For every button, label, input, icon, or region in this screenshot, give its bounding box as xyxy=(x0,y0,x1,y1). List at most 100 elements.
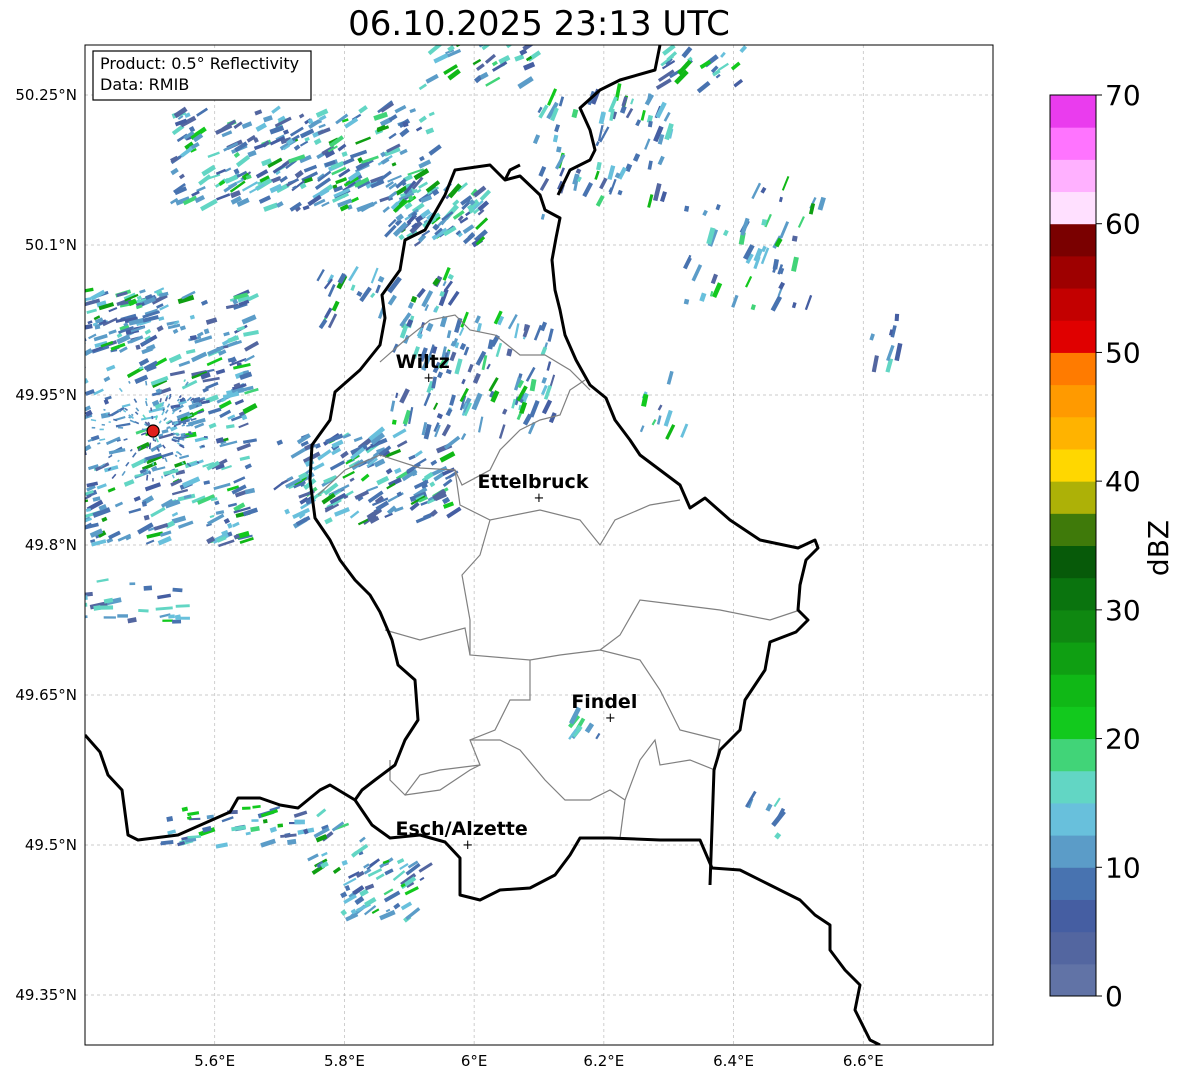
echo-cell xyxy=(78,322,84,327)
echo-cell xyxy=(894,313,900,322)
echo-cell xyxy=(99,428,104,431)
colorbar-segment xyxy=(1050,674,1096,707)
colorbar-segment xyxy=(1050,288,1096,321)
colorbar-tick-label: 20 xyxy=(1105,723,1141,756)
echo-cell xyxy=(391,419,397,425)
colorbar-segment xyxy=(1050,127,1096,160)
echo-cell xyxy=(487,20,503,35)
echo-cell xyxy=(129,582,136,586)
echo-cell xyxy=(66,588,83,594)
lon-tick-label: 6°E xyxy=(461,1052,488,1070)
echo-cell xyxy=(522,23,533,33)
echo-cell xyxy=(175,604,190,608)
colorbar-segment xyxy=(1050,352,1096,386)
echo-cell xyxy=(262,819,268,824)
city-label: Esch/Alzette xyxy=(396,818,528,840)
echo-cell xyxy=(277,823,284,828)
colorbar-segment xyxy=(1050,223,1096,257)
colorbar-segment xyxy=(1050,706,1096,740)
city-label: Findel xyxy=(571,691,637,713)
lon-tick-label: 6.2°E xyxy=(583,1052,624,1070)
echo-cell xyxy=(85,525,86,532)
echo-cell xyxy=(85,502,86,509)
lat-tick-label: 49.5°N xyxy=(25,836,77,854)
echo-cell xyxy=(85,298,87,306)
colorbar-segment xyxy=(1050,963,1096,997)
info-box: Product: 0.5° Reflectivity Data: RMIB xyxy=(92,50,312,101)
echo-cell xyxy=(61,585,73,590)
colorbar-segment xyxy=(1050,416,1096,450)
colorbar-tick-label: 0 xyxy=(1105,980,1123,1013)
city-marker: + xyxy=(423,371,434,386)
colorbar-segment xyxy=(1050,95,1096,128)
echo-cell xyxy=(138,608,149,613)
lat-tick-label: 49.95°N xyxy=(15,386,77,404)
echo-cell xyxy=(493,27,505,37)
colorbar-tick-label: 70 xyxy=(1105,79,1141,112)
lat-tick-label: 50.1°N xyxy=(25,236,77,254)
echo-cell xyxy=(98,605,114,610)
colorbar-segment xyxy=(1050,899,1096,933)
city-marker: + xyxy=(605,711,616,726)
lon-tick-label: 5.6°E xyxy=(194,1052,235,1070)
colorbar-segment xyxy=(1050,802,1096,836)
colorbar-tick-label: 60 xyxy=(1105,208,1141,241)
colorbar-segment xyxy=(1050,738,1096,772)
colorbar-segment xyxy=(1050,159,1096,193)
colorbar-tick-label: 50 xyxy=(1105,336,1141,369)
colorbar-label: dBZ xyxy=(1142,520,1175,576)
echo-cell xyxy=(430,36,439,44)
echo-cell xyxy=(85,376,86,384)
echo-cell xyxy=(294,819,305,825)
colorbar-segment xyxy=(1050,448,1096,482)
echo-cell xyxy=(443,36,452,44)
echo-cell xyxy=(168,614,175,619)
echo-cell xyxy=(75,589,80,593)
echo-cell xyxy=(496,25,510,36)
echo-cell xyxy=(429,33,436,38)
echo-cell xyxy=(242,806,251,810)
colorbar-segment xyxy=(1050,577,1096,611)
echo-cell xyxy=(251,819,259,822)
colorbar-tick-label: 30 xyxy=(1105,594,1141,627)
echo-cell xyxy=(791,235,798,242)
echo-cell xyxy=(418,32,424,37)
echo-cell xyxy=(152,478,154,482)
echo-cell xyxy=(91,426,96,429)
echo-cell xyxy=(63,309,71,313)
colorbar-segment xyxy=(1050,642,1096,675)
echo-cell xyxy=(85,365,86,370)
echo-cell xyxy=(175,432,179,435)
colorbar-segment xyxy=(1050,191,1096,225)
echo-cell xyxy=(103,616,116,619)
lon-tick-label: 6.6°E xyxy=(843,1052,884,1070)
colorbar-segment xyxy=(1050,545,1096,579)
echo-cell xyxy=(170,432,173,435)
echo-cell xyxy=(117,614,129,618)
city-marker: + xyxy=(534,491,545,506)
radar-map: 5.6°E 5.8°E 6°E 6.2°E 6.4°E 6.6°E 50.25°N 50.1°… xyxy=(15,20,1175,1070)
lat-tick-label: 49.65°N xyxy=(15,686,77,704)
echo-cell xyxy=(422,33,438,43)
city-label: Wiltz xyxy=(396,351,450,373)
echo-cell xyxy=(74,342,84,348)
echo-cell xyxy=(143,585,153,591)
city-marker: + xyxy=(462,838,473,853)
colorbar-segment xyxy=(1050,384,1096,418)
echo-cell xyxy=(63,605,75,608)
colorbar-segment xyxy=(1050,835,1096,868)
echo-cell xyxy=(172,619,182,624)
colorbar-segment xyxy=(1050,867,1096,900)
colorbar-segment xyxy=(1050,770,1096,804)
echo-cell xyxy=(149,471,151,475)
lon-tick-label: 5.8°E xyxy=(324,1052,365,1070)
colorbar-segment xyxy=(1050,513,1096,546)
colorbar-segment xyxy=(1050,320,1096,353)
lat-tick-label: 49.8°N xyxy=(25,536,77,554)
info-data-source: Data: RMIB xyxy=(100,75,189,94)
echo-cell xyxy=(162,619,173,622)
info-product: Product: 0.5° Reflectivity xyxy=(100,54,299,73)
colorbar-segment xyxy=(1050,931,1096,965)
radar-site-marker xyxy=(146,424,160,438)
lat-tick-label: 50.25°N xyxy=(15,86,77,104)
